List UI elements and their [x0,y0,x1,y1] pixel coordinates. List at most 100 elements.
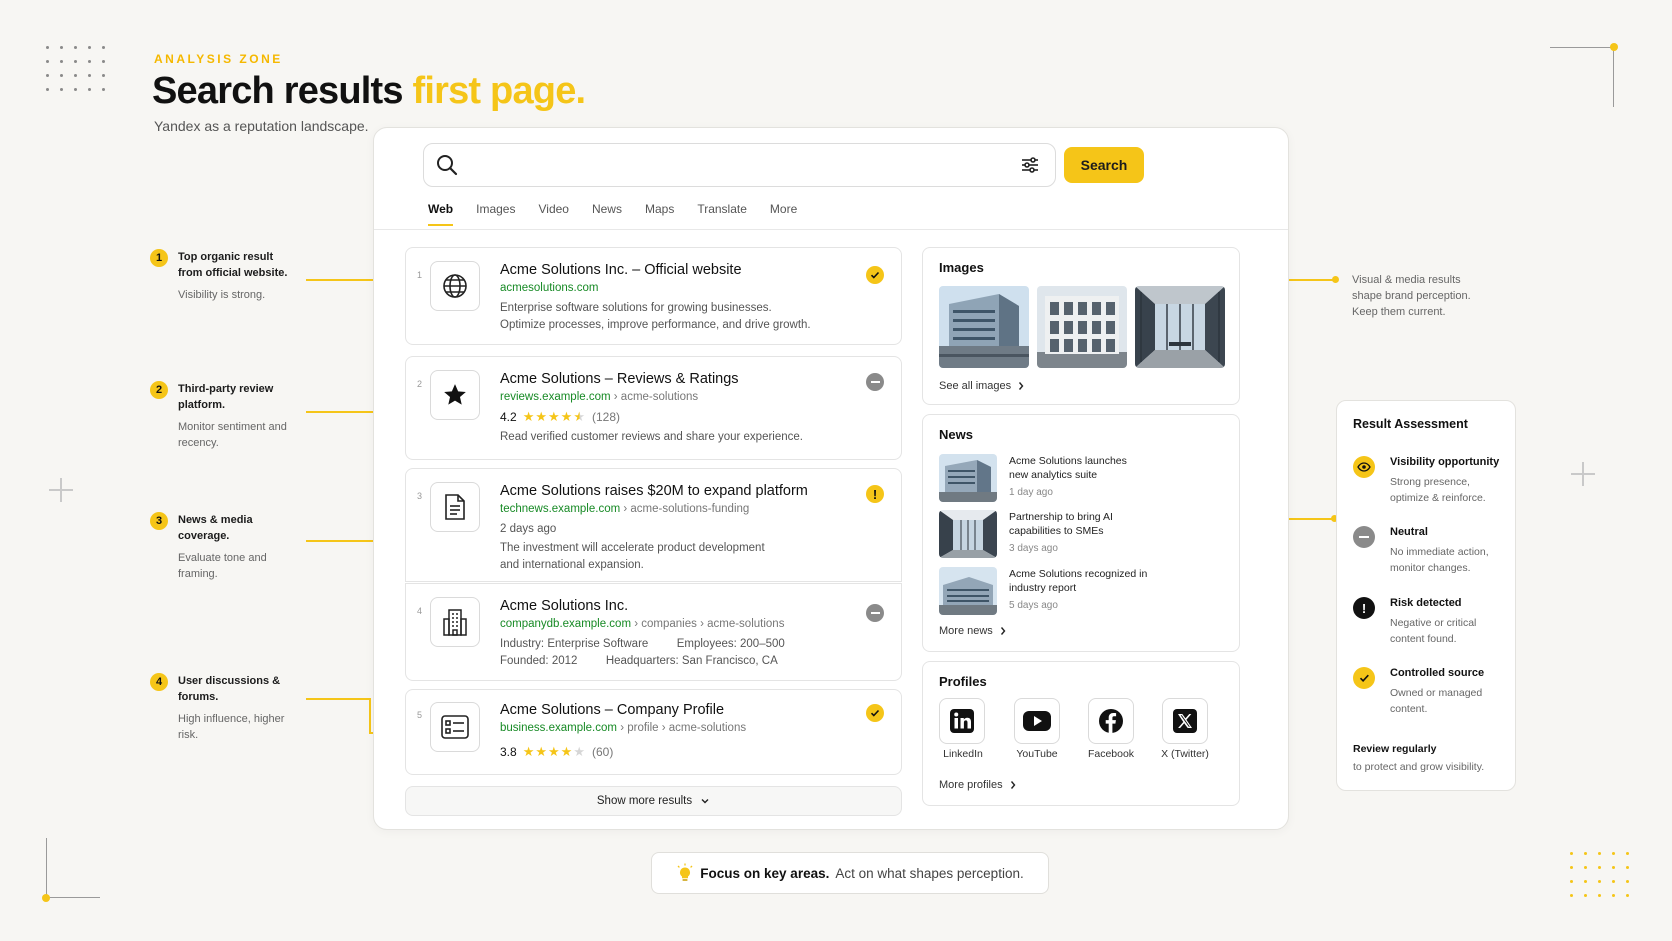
annotation-badge: 1 [150,249,168,267]
footer-tip: Focus on key areas. Act on what shapes p… [651,852,1049,894]
annotation-subtitle: Evaluate tone and framing. [178,552,267,580]
result-path: › acme-solutions [613,391,699,403]
result-domain[interactable]: technews.example.com [500,503,620,515]
result-url[interactable]: technews.example.com › acme-solutions-fu… [500,503,749,515]
filter-settings-icon[interactable] [1020,155,1040,180]
more-profiles-link[interactable]: More profiles [939,779,1017,791]
plus-mark-right [1571,462,1595,486]
more-news-link[interactable]: More news [939,625,1007,637]
building-image-1[interactable] [939,286,1029,368]
annotation-title: Top organic result from official website… [178,251,288,279]
tab-maps[interactable]: Maps [645,202,674,226]
result-title[interactable]: Acme Solutions Inc. – Official website [500,262,742,278]
result-card-5[interactable]: 5 Acme Solutions – Company Profile busin… [405,689,902,775]
legend-footer-subtitle: to protect and grow visibility. [1353,761,1485,773]
snippet-line: and international expansion. [500,559,644,571]
result-title[interactable]: Acme Solutions – Company Profile [500,702,724,718]
show-more-results-button[interactable]: Show more results [405,786,902,816]
connector-images-dot [1332,276,1339,283]
search-button[interactable]: Search [1064,147,1144,183]
result-card-4[interactable]: 4 Acme Solutions Inc. companydb.example.… [405,583,902,681]
result-number: 4 [417,606,423,616]
news-headline[interactable]: Acme Solutions launches new analytics su… [1009,454,1149,482]
x-twitter-icon[interactable] [1162,698,1208,744]
legend-title: Result Assessment [1353,417,1468,431]
profile-linkedin[interactable]: LinkedIn [923,698,1003,760]
eye-icon [1353,456,1375,478]
legend-item-subtitle: Strong presence, optimize & reinforce. [1390,476,1486,504]
profile-label: YouTube [1016,748,1058,760]
news-block: News Acme Solutions launches new analyti… [922,414,1240,652]
building-image-2[interactable] [1037,286,1127,368]
footer-text: Act on what shapes perception. [835,865,1024,881]
tab-news[interactable]: News [592,202,622,226]
news-date: 3 days ago [1009,543,1058,554]
search-bar[interactable] [423,143,1056,187]
detail-label: Founded: [500,655,549,667]
see-all-images-link[interactable]: See all images [939,380,1025,392]
office-interior-image[interactable] [1135,286,1225,368]
legend-item-subtitle: Negative or critical content found. [1390,617,1477,645]
profile-x-twitter[interactable]: X (Twitter) [1145,698,1225,760]
corner-bracket-bottom-left [42,838,100,902]
tab-more[interactable]: More [770,202,797,226]
news-headline[interactable]: Acme Solutions recognized in industry re… [1009,567,1149,595]
result-title[interactable]: Acme Solutions Inc. [500,598,628,614]
tab-video[interactable]: Video [538,202,568,226]
result-url[interactable]: reviews.example.com › acme-solutions [500,391,698,403]
annotation-badge: 4 [150,673,168,691]
snippet-line: Optimize processes, improve performance,… [500,319,811,331]
more-profiles-label: More profiles [939,779,1003,791]
annotation-title: User discussions & forums. [178,675,281,703]
result-title[interactable]: Acme Solutions raises $20M to expand pla… [500,483,808,499]
chevron-down-icon [701,799,709,804]
tab-web[interactable]: Web [428,202,454,226]
result-card-3[interactable]: 3 Acme Solutions raises $20M to expand p… [405,468,902,582]
linkedin-icon[interactable] [939,698,985,744]
page-title: Search results first page. [152,70,586,113]
result-url[interactable]: business.example.com › profile › acme-so… [500,722,746,734]
annotation-subtitle: Monitor sentiment and recency. [178,421,287,449]
lightbulb-icon [677,863,693,881]
result-snippet: Read verified customer reviews and share… [500,431,803,443]
profile-youtube[interactable]: YouTube [997,698,1077,760]
tab-images[interactable]: Images [476,202,515,226]
search-input[interactable] [470,152,970,178]
profile-label: Facebook [1087,748,1135,760]
result-domain[interactable]: companydb.example.com [500,618,631,630]
news-item-1[interactable]: Acme Solutions launches new analytics su… [939,454,1229,502]
news-thumbnail [939,567,997,615]
annotation-badge: 2 [150,381,168,399]
news-headline[interactable]: Partnership to bring AI capabilities to … [1009,510,1149,538]
annotation-3: 3 News & media coverage. Evaluate tone a… [150,512,310,582]
news-thumbnail [939,510,997,558]
facebook-icon[interactable] [1088,698,1134,744]
detail-value: 200–500 [740,638,785,650]
detail-value: San Francisco, CA [681,655,778,667]
search-icon[interactable] [436,154,458,181]
news-item-2[interactable]: Partnership to bring AI capabilities to … [939,510,1229,558]
details-row-1: Industry: Enterprise Software Employees:… [500,636,785,653]
result-domain[interactable]: business.example.com [500,722,617,734]
rating-value: 3.8 [500,745,517,759]
result-title[interactable]: Acme Solutions – Reviews & Ratings [500,371,739,387]
result-url[interactable]: acmesolutions.com [500,282,598,294]
result-card-1[interactable]: 1 Acme Solutions Inc. – Official website… [405,247,902,345]
result-snippet: Enterprise software solutions for growin… [500,300,811,334]
news-item-3[interactable]: Acme Solutions recognized in industry re… [939,567,1229,615]
rating-stars-icon: ★★★★★ [522,409,586,424]
corner-bracket-top-right [1550,43,1618,107]
profile-facebook[interactable]: Facebook [1071,698,1151,760]
result-domain[interactable]: reviews.example.com [500,391,611,403]
result-path: › profile › acme-solutions [620,722,747,734]
annotation-subtitle: High influence, higher risk. [178,713,285,741]
result-card-2[interactable]: 2 Acme Solutions – Reviews & Ratings rev… [405,356,902,460]
youtube-icon[interactable] [1014,698,1060,744]
review-count: (128) [591,410,620,424]
search-tabs: Web Images Video News Maps Translate Mor… [428,202,797,226]
tab-translate[interactable]: Translate [697,202,747,226]
result-url[interactable]: companydb.example.com › companies › acme… [500,618,784,630]
result-domain[interactable]: acmesolutions.com [500,282,598,294]
snippet-line: Enterprise software solutions for growin… [500,302,772,314]
annotation-1: 1 Top organic result from official websi… [150,249,310,303]
